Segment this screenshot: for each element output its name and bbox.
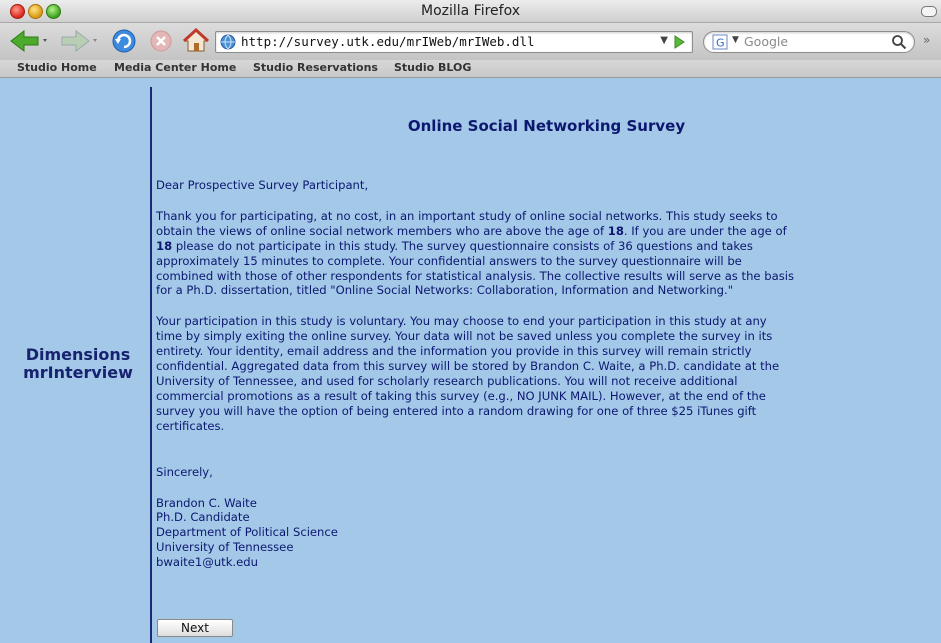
search-placeholder: Google	[744, 34, 789, 49]
back-arrow-icon	[10, 29, 47, 53]
voluntary-line: survey you will have the option of being…	[156, 403, 757, 418]
bookmarks-toolbar: Studio Home Media Center Home Studio Res…	[0, 60, 941, 78]
url-bar[interactable]: http://survey.utk.edu/mrIWeb/mrIWeb.dll …	[215, 31, 693, 53]
toolbar-overflow-icon[interactable]: »	[923, 33, 930, 47]
window-title: Mozilla Firefox	[420, 3, 521, 19]
reload-button[interactable]	[110, 28, 138, 58]
voluntary-line: certificates.	[156, 418, 225, 433]
intro-line: 18 please do not participate in this stu…	[156, 238, 753, 253]
back-button[interactable]	[8, 28, 52, 58]
intro-line: Thank you for participating, at no cost,…	[156, 208, 778, 223]
intro-line: for a Ph.D. dissertation, titled "Online…	[156, 283, 734, 298]
url-text: http://survey.utk.edu/mrIWeb/mrIWeb.dll	[241, 34, 535, 49]
forward-button[interactable]	[58, 28, 102, 58]
intro-line: combined with those of other respondents…	[156, 268, 795, 283]
reload-icon	[112, 29, 136, 53]
intro-paragraph: Thank you for participating, at no cost,…	[156, 209, 941, 298]
survey-title: Online Social Networking Survey	[407, 117, 686, 135]
page-content: Dimensions mrInterview Online Social Net…	[0, 78, 941, 643]
go-arrow-icon[interactable]	[670, 33, 688, 51]
age-threshold: 18	[607, 223, 624, 238]
home-button[interactable]	[182, 27, 210, 58]
next-button[interactable]: Next	[157, 619, 233, 637]
survey-letter: Dear Prospective Survey Participant, Tha…	[156, 178, 941, 570]
voluntary-paragraph: Your participation in this study is volu…	[156, 314, 941, 433]
svg-text:G: G	[716, 37, 725, 50]
signature-university: University of Tennessee	[156, 540, 294, 555]
forward-arrow-icon	[61, 29, 97, 53]
voluntary-line: University of Tennessee, and used for sc…	[156, 373, 738, 388]
age-threshold: 18	[156, 238, 173, 253]
voluntary-line: commercial promotions as a result of tak…	[156, 388, 766, 403]
salutation: Dear Prospective Survey Participant,	[156, 178, 369, 192]
navigation-toolbar: http://survey.utk.edu/mrIWeb/mrIWeb.dll …	[0, 23, 941, 60]
intro-line: obtain the views of online social networ…	[156, 223, 787, 238]
voluntary-line: confidential. Aggregated data from this …	[156, 359, 780, 374]
window-titlebar: Mozilla Firefox	[0, 0, 941, 23]
voluntary-line: time by simply exiting the online survey…	[156, 329, 773, 344]
signature-email: bwaite1@utk.edu	[156, 555, 258, 570]
bookmark-media-center-home[interactable]: Media Center Home	[114, 61, 236, 74]
brand-line-1: Dimensions	[25, 345, 131, 364]
brand-line-2: mrInterview	[23, 363, 133, 382]
closing: Sincerely,	[156, 464, 213, 479]
stop-icon	[150, 30, 172, 52]
bookmark-studio-reservations[interactable]: Studio Reservations	[253, 61, 378, 74]
sidebar-divider	[150, 87, 152, 643]
bookmark-studio-home[interactable]: Studio Home	[17, 61, 97, 74]
dimensions-mrinterview-logo: Dimensions mrInterview	[8, 346, 148, 382]
home-icon	[182, 27, 210, 52]
stop-button[interactable]	[148, 28, 174, 58]
search-icon[interactable]	[891, 34, 907, 50]
voluntary-line: Your participation in this study is volu…	[156, 314, 767, 329]
bookmark-studio-blog[interactable]: Studio BLOG	[394, 61, 471, 74]
google-engine-icon[interactable]: G	[712, 34, 728, 50]
intro-line: approximately 15 minutes to complete. Yo…	[156, 253, 742, 268]
signature-block: Brandon C. Waite Ph.D. Candidate Departm…	[156, 496, 941, 571]
signature-name: Brandon C. Waite	[156, 495, 257, 510]
toolbar-toggle-button[interactable]	[921, 6, 937, 17]
url-history-dropdown[interactable]: ▼	[660, 35, 668, 46]
signature-department: Department of Political Science	[156, 525, 338, 540]
voluntary-line: entirety. Your identity, email address a…	[156, 344, 752, 359]
globe-icon	[220, 34, 236, 50]
signature-title: Ph.D. Candidate	[156, 510, 250, 525]
search-bar[interactable]: G ▼ Google	[703, 31, 915, 53]
engine-dropdown[interactable]: ▼	[732, 35, 739, 45]
